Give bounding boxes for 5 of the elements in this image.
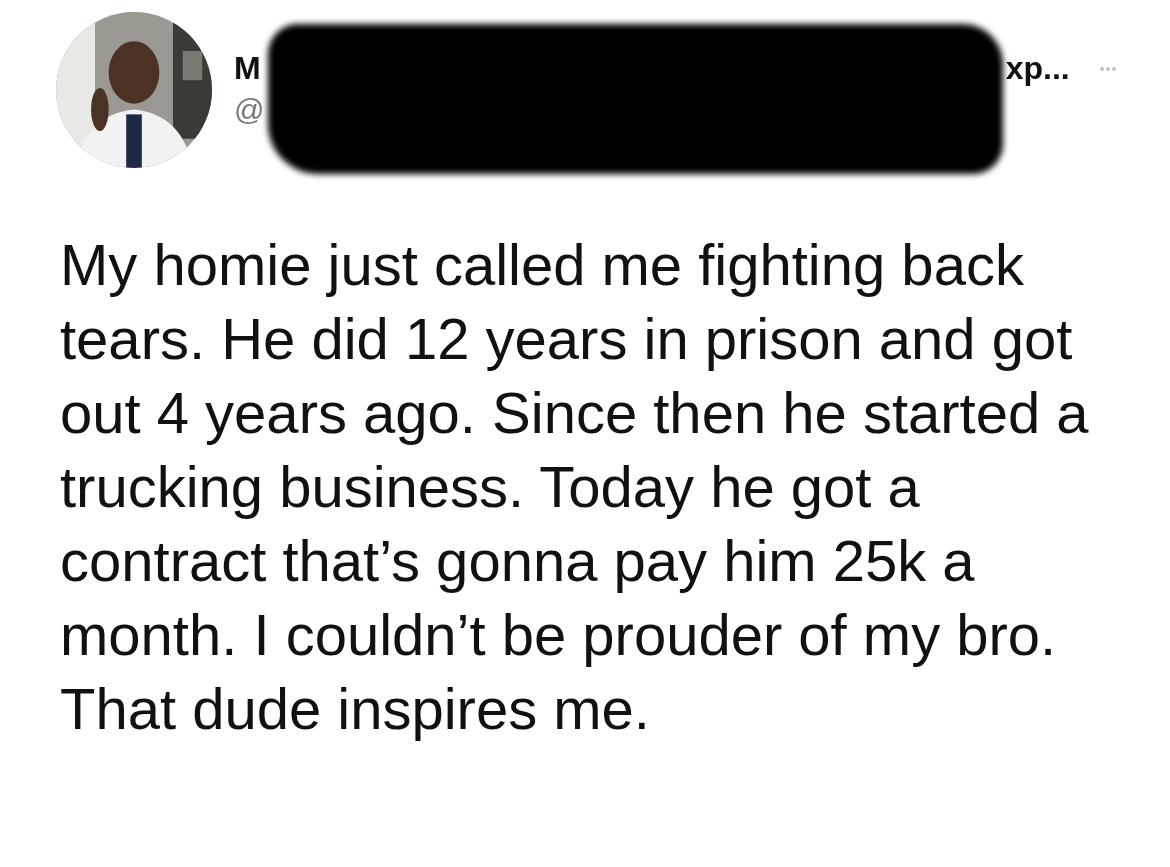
tweet-text: My homie just called me fighting back tears. He did 12 years in prison and got out 4 years ago. Since then he started a trucking business. Today he got a contract that’s gonna pay him 25k a month. I couldn’t be prouder of my bro. That dude inspires me. (60, 231, 1090, 743)
user-name: M (234, 50, 261, 87)
user-handle: @ (234, 93, 266, 127)
user-name: xp... (1005, 50, 1070, 87)
more-icon[interactable]: ••• (1099, 60, 1118, 77)
